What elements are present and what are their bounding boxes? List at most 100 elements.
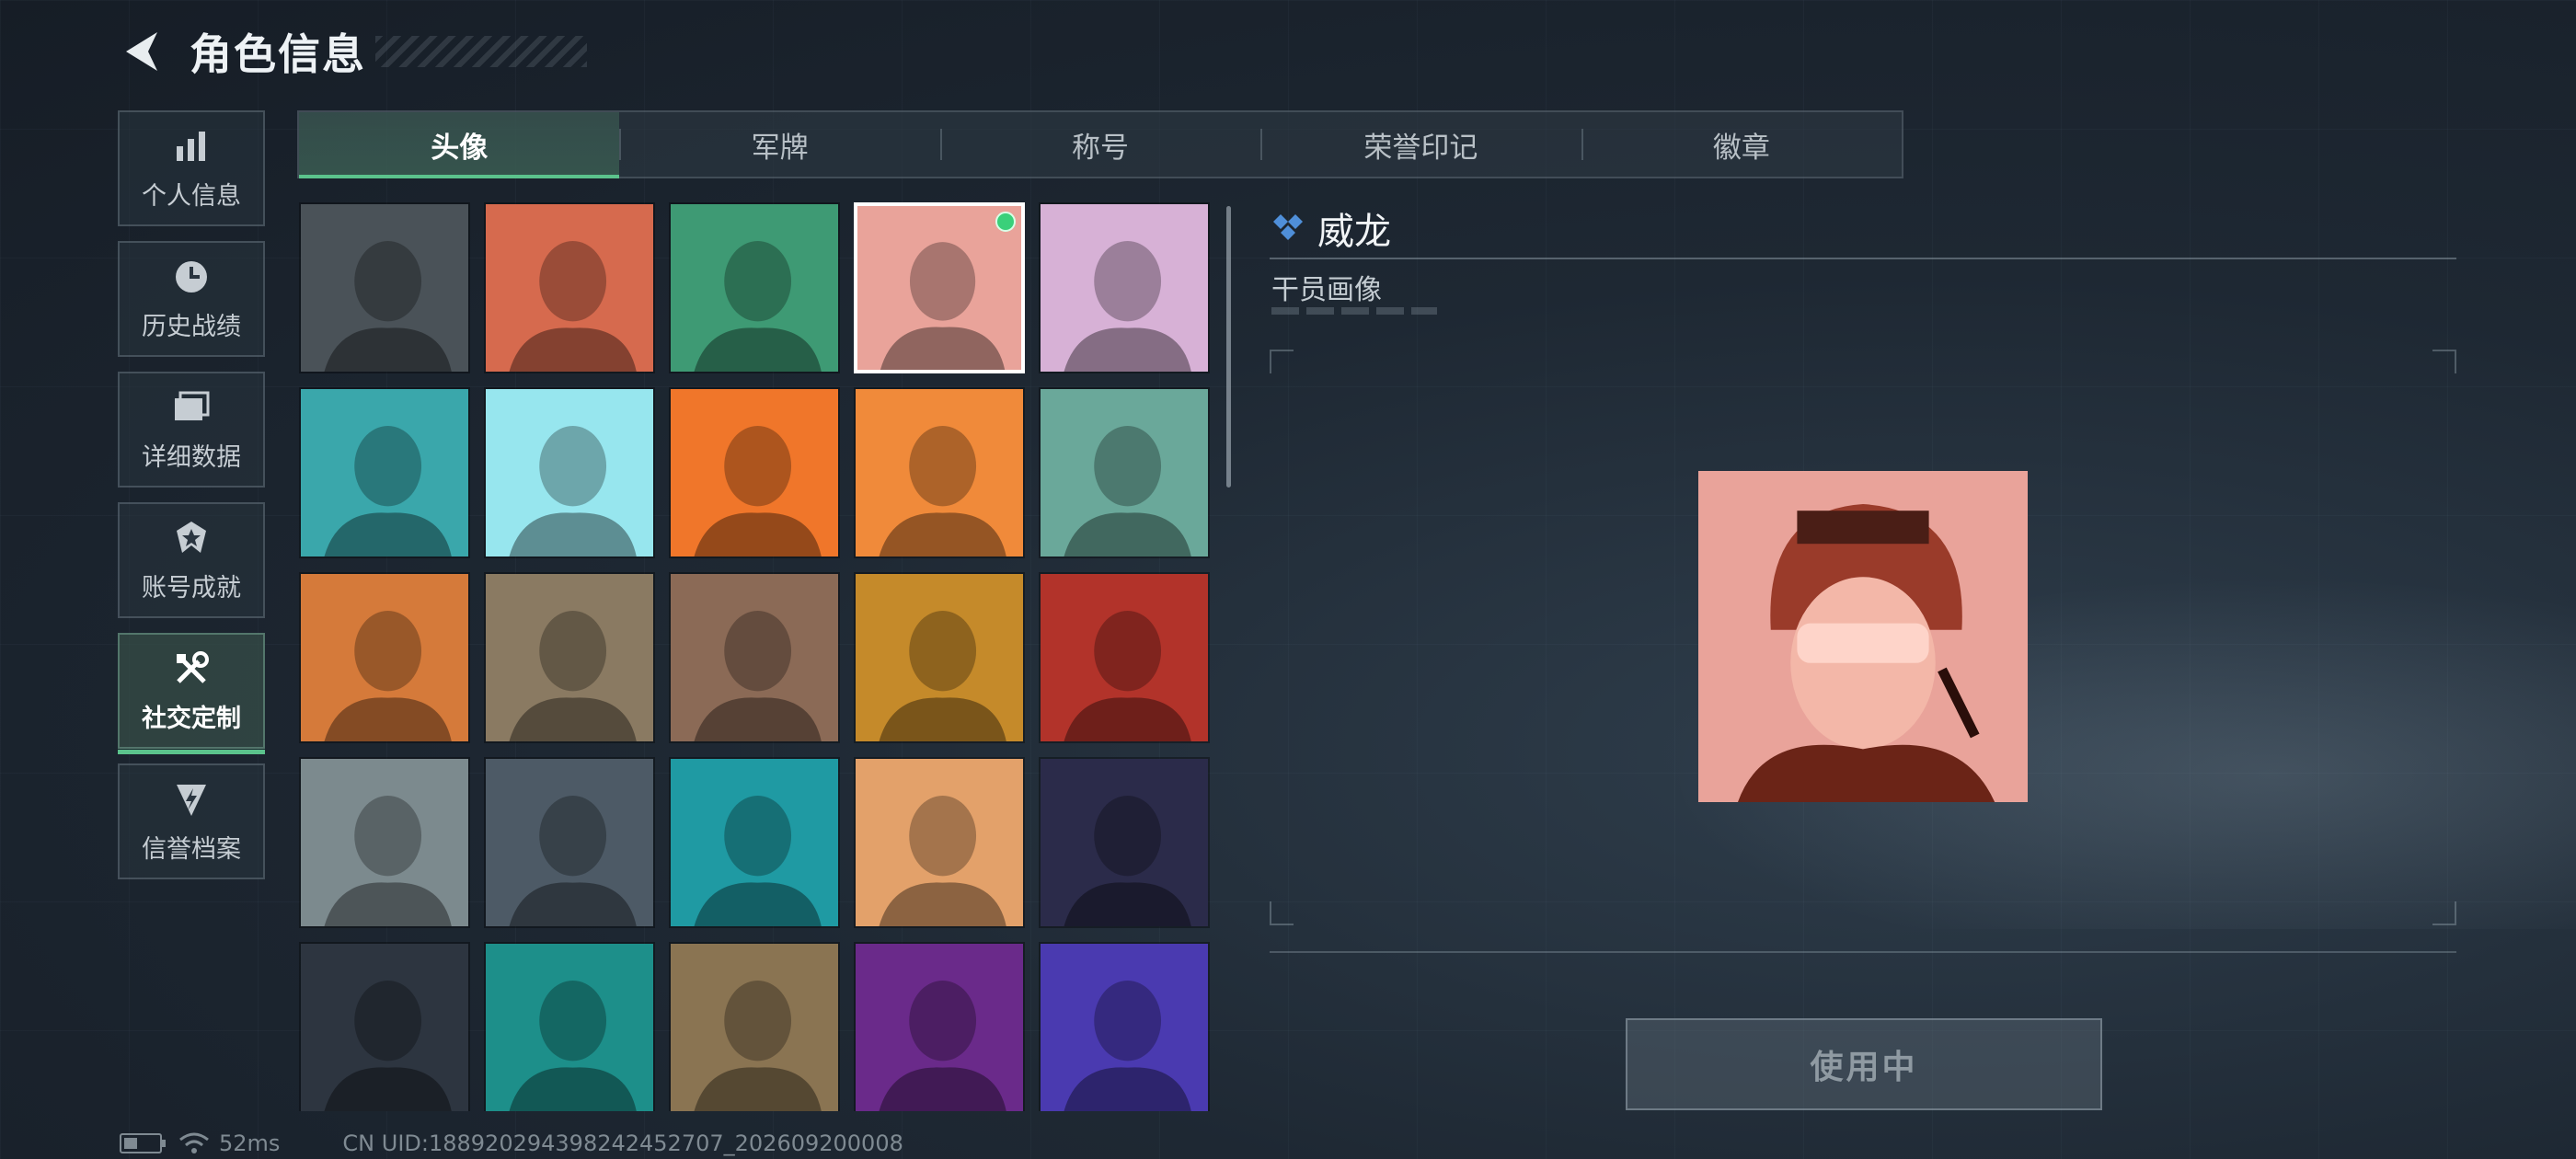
item-name: 威龙 (1317, 211, 1391, 253)
equipped-indicator-icon (995, 212, 1016, 232)
avatar-thumbnail (301, 389, 468, 557)
avatar-thumbnail (486, 759, 653, 926)
avatar-preview (1698, 471, 2028, 802)
battery-icon (120, 1133, 166, 1153)
status-bar: 52ms CN UID:18892029439824245​2707_20260… (120, 1130, 903, 1156)
grid-scrollbar[interactable] (1226, 206, 1231, 488)
sidebar: 个人信息 历史战绩 详细数据 账号成就 社交定制 信誉档案 (118, 110, 265, 894)
avatar-option[interactable] (854, 387, 1025, 558)
avatar-option[interactable] (669, 757, 840, 928)
avatar-option[interactable] (854, 572, 1025, 743)
avatar-thumbnail (671, 389, 838, 557)
avatar-option[interactable] (299, 757, 470, 928)
avatar-option[interactable] (299, 942, 470, 1111)
title-decoration (375, 36, 587, 67)
frame-corner (2432, 901, 2456, 925)
avatar-thumbnail (1041, 574, 1208, 741)
avatar-option[interactable] (299, 202, 470, 373)
operator-portrait-image (1698, 471, 2028, 802)
back-button[interactable] (118, 27, 164, 76)
avatar-thumbnail (486, 944, 653, 1111)
item-type: 干员画像 (1271, 274, 1382, 306)
tab-dog-tag[interactable]: 军牌 (619, 112, 939, 177)
tools-icon (177, 650, 209, 683)
avatar-thumbnail (1041, 944, 1208, 1111)
detail-panel: 威龙 干员画像 使用中 (1270, 202, 2456, 1113)
sidebar-item-personal-info[interactable]: 个人信息 (118, 110, 265, 226)
ping-value: 52ms (219, 1130, 281, 1156)
avatar-option[interactable] (1039, 757, 1210, 928)
avatar-option[interactable] (484, 387, 655, 558)
back-arrow-icon (126, 32, 157, 71)
avatar-thumbnail (486, 389, 653, 557)
category-tabs: 头像 军牌 称号 荣誉印记 徽章 (297, 110, 1903, 178)
diamond-icon (1273, 214, 1303, 240)
avatar-thumbnail (856, 944, 1023, 1111)
avatar-option[interactable] (854, 202, 1025, 373)
badge-icon (177, 521, 206, 553)
sidebar-item-reputation[interactable]: 信誉档案 (118, 763, 265, 879)
sidebar-item-detailed-data[interactable]: 详细数据 (118, 372, 265, 488)
avatar-option[interactable] (299, 572, 470, 743)
avatar-thumbnail (486, 574, 653, 741)
sidebar-item-match-history[interactable]: 历史战绩 (118, 241, 265, 357)
avatar-option[interactable] (1039, 202, 1210, 373)
page-title: 角色信息 (190, 29, 366, 79)
frame-corner (2432, 350, 2456, 373)
avatar-thumbnail (856, 759, 1023, 926)
avatar-thumbnail (856, 389, 1023, 557)
frame-corner (1270, 350, 1294, 373)
clock-icon (176, 260, 207, 293)
avatar-option[interactable] (484, 202, 655, 373)
user-uid: CN UID:18892029439824245​2707_2026092000… (342, 1130, 903, 1156)
divider (1270, 258, 2456, 259)
sidebar-item-label: 历史战绩 (142, 312, 241, 341)
avatar-thumbnail (671, 204, 838, 372)
page-header: 角色信息 (118, 24, 587, 79)
avatar-thumbnail (857, 206, 1021, 370)
avatar-thumbnail (301, 944, 468, 1111)
avatar-thumbnail (301, 204, 468, 372)
avatar-option[interactable] (1039, 572, 1210, 743)
avatar-thumbnail (301, 759, 468, 926)
avatar-thumbnail (1041, 759, 1208, 926)
tab-title[interactable]: 称号 (939, 112, 1260, 177)
avatar-option[interactable] (1039, 387, 1210, 558)
avatar-option[interactable] (669, 942, 840, 1111)
shield-icon (177, 784, 206, 816)
sidebar-item-social-custom[interactable]: 社交定制 (118, 633, 265, 754)
avatar-grid (299, 202, 1210, 1111)
avatar-thumbnail (671, 759, 838, 926)
avatar-thumbnail (856, 574, 1023, 741)
avatar-option[interactable] (484, 572, 655, 743)
avatar-option[interactable] (1039, 942, 1210, 1111)
avatar-option[interactable] (669, 387, 840, 558)
avatar-thumbnail (671, 944, 838, 1111)
sidebar-item-label: 账号成就 (142, 573, 241, 602)
avatar-thumbnail (301, 574, 468, 741)
avatar-option[interactable] (484, 942, 655, 1111)
sidebar-item-label: 详细数据 (142, 442, 241, 472)
in-use-button[interactable]: 使用中 (1626, 1018, 2102, 1110)
avatar-option[interactable] (484, 757, 655, 928)
avatar-option[interactable] (854, 757, 1025, 928)
tab-avatar[interactable]: 头像 (299, 112, 620, 178)
divider (1270, 951, 2456, 953)
avatar-option[interactable] (669, 202, 840, 373)
tab-badge[interactable]: 徽章 (1581, 112, 1902, 177)
avatar-option[interactable] (669, 572, 840, 743)
sidebar-item-achievements[interactable]: 账号成就 (118, 502, 265, 618)
avatar-thumbnail (486, 204, 653, 372)
frame-corner (1270, 901, 1294, 925)
bar-chart-icon (177, 131, 205, 161)
sidebar-item-label: 信誉档案 (142, 834, 241, 864)
avatar-thumbnail (1041, 204, 1208, 372)
folder-icon (175, 391, 210, 420)
sidebar-item-label: 社交定制 (142, 704, 241, 733)
avatar-option[interactable] (854, 942, 1025, 1111)
avatar-thumbnail (1041, 389, 1208, 557)
wifi-icon (179, 1132, 209, 1153)
tab-honor-mark[interactable]: 荣誉印记 (1260, 112, 1581, 177)
avatar-thumbnail (671, 574, 838, 741)
avatar-option[interactable] (299, 387, 470, 558)
